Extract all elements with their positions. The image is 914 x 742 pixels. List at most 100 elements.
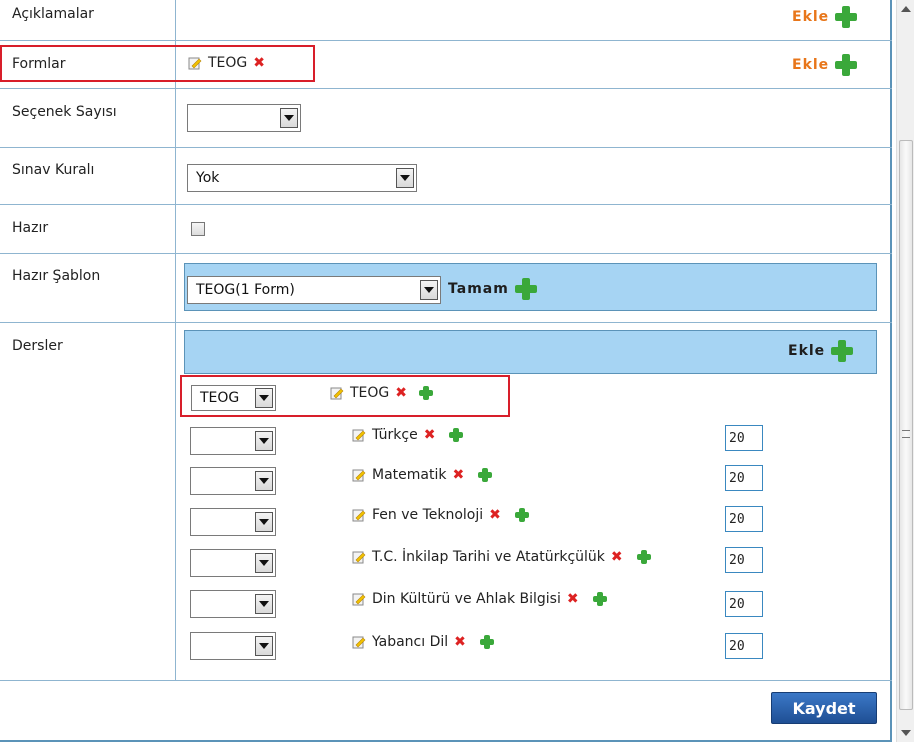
- dersler-bar: [184, 330, 877, 374]
- chevron-down-icon: [255, 636, 273, 656]
- select-value: TEOG(1 Form): [196, 282, 295, 298]
- ekle-label: Ekle: [788, 343, 826, 359]
- plus-icon[interactable]: [419, 386, 433, 400]
- edit-icon[interactable]: [352, 428, 366, 442]
- course-name: Türkçe: [372, 427, 418, 443]
- select-value: TEOG: [200, 390, 240, 406]
- course-select[interactable]: [190, 549, 276, 577]
- remove-icon[interactable]: ✖: [452, 468, 464, 482]
- edit-icon[interactable]: [352, 508, 366, 522]
- tamam-button[interactable]: Tamam: [448, 278, 537, 300]
- chevron-down-icon: [255, 512, 273, 532]
- remove-icon[interactable]: ✖: [567, 592, 579, 606]
- row-divider: [0, 147, 892, 148]
- plus-icon[interactable]: [479, 635, 494, 649]
- plus-icon[interactable]: [636, 550, 651, 564]
- edit-icon[interactable]: [352, 550, 366, 564]
- sinav-kurali-select[interactable]: Yok: [187, 164, 417, 192]
- group-item: TEOG ✖: [330, 385, 433, 401]
- course-select[interactable]: [190, 467, 276, 495]
- course-item: Fen ve Teknoloji ✖: [352, 507, 529, 523]
- course-question-count[interactable]: 20: [725, 506, 763, 532]
- form-panel: Açıklamalar Ekle Formlar TEOG ✖ Ekle Seç…: [0, 0, 892, 742]
- plus-icon[interactable]: [478, 468, 493, 482]
- course-question-count[interactable]: 20: [725, 547, 763, 573]
- highlight-box: [0, 45, 315, 82]
- scrollbar-thumb[interactable]: [899, 140, 913, 710]
- vertical-scrollbar[interactable]: [896, 0, 914, 742]
- hazir-sablon-select[interactable]: TEOG(1 Form): [187, 276, 441, 304]
- course-select[interactable]: [190, 508, 276, 536]
- row-divider: [0, 88, 892, 89]
- course-select[interactable]: [190, 632, 276, 660]
- remove-icon[interactable]: ✖: [454, 635, 466, 649]
- hazir-sablon-label: Hazır Şablon: [12, 268, 101, 284]
- course-name: Din Kültürü ve Ahlak Bilgisi: [372, 591, 561, 607]
- chevron-down-icon: [255, 471, 273, 491]
- tamam-label: Tamam: [448, 281, 509, 297]
- chevron-down-icon: [420, 280, 438, 300]
- remove-icon[interactable]: ✖: [489, 508, 501, 522]
- course-item: T.C. İnkilap Tarihi ve Atatürkçülük ✖: [352, 549, 651, 565]
- remove-icon[interactable]: ✖: [395, 386, 407, 400]
- plus-icon[interactable]: [592, 592, 607, 606]
- remove-icon[interactable]: ✖: [424, 428, 436, 442]
- ekle-label: Ekle: [792, 57, 830, 73]
- aciklamalar-add-button[interactable]: Ekle: [792, 6, 858, 28]
- aciklamalar-label: Açıklamalar: [12, 6, 94, 22]
- hazir-checkbox[interactable]: [191, 222, 205, 236]
- course-question-count[interactable]: 20: [725, 425, 763, 451]
- dersler-label: Dersler: [12, 338, 63, 354]
- row-divider: [0, 680, 892, 681]
- chevron-down-icon: [396, 168, 414, 188]
- row-divider: [0, 322, 892, 323]
- column-divider: [175, 0, 176, 680]
- formlar-add-button[interactable]: Ekle: [792, 54, 858, 76]
- row-divider: [0, 204, 892, 205]
- plus-icon: [514, 278, 537, 300]
- course-item: Türkçe ✖: [352, 427, 464, 443]
- chevron-down-icon: [255, 594, 273, 614]
- ekle-label: Ekle: [792, 9, 830, 25]
- course-name: Fen ve Teknoloji: [372, 507, 484, 523]
- hazir-label: Hazır: [12, 220, 49, 236]
- course-question-count[interactable]: 20: [725, 465, 763, 491]
- chevron-down-icon: [255, 388, 273, 408]
- course-select[interactable]: [190, 590, 276, 618]
- edit-icon[interactable]: [352, 468, 366, 482]
- scroll-down-icon[interactable]: [901, 730, 911, 736]
- remove-icon[interactable]: ✖: [611, 550, 623, 564]
- secenek-sayisi-select[interactable]: [187, 104, 301, 132]
- course-name: Yabancı Dil: [372, 634, 449, 650]
- course-question-count[interactable]: 20: [725, 633, 763, 659]
- scroll-grip-icon: [902, 430, 910, 438]
- plus-icon[interactable]: [449, 428, 464, 442]
- group-name: TEOG: [350, 385, 390, 401]
- form-tag: TEOG ✖: [188, 55, 265, 71]
- chevron-down-icon: [255, 553, 273, 573]
- plus-icon[interactable]: [514, 508, 529, 522]
- dersler-add-button[interactable]: Ekle: [788, 340, 854, 362]
- remove-icon[interactable]: ✖: [253, 56, 265, 70]
- save-button[interactable]: Kaydet: [771, 692, 877, 724]
- course-item: Din Kültürü ve Ahlak Bilgisi ✖: [352, 591, 607, 607]
- scroll-up-icon[interactable]: [901, 6, 911, 12]
- course-select[interactable]: [190, 427, 276, 455]
- course-question-count[interactable]: 20: [725, 591, 763, 617]
- row-divider: [0, 40, 892, 41]
- form-tag-label: TEOG: [208, 55, 248, 71]
- sinav-kurali-label: Sınav Kuralı: [12, 162, 95, 178]
- course-item: Matematik ✖: [352, 467, 493, 483]
- chevron-down-icon: [280, 108, 298, 128]
- edit-icon[interactable]: [352, 592, 366, 606]
- course-item: Yabancı Dil ✖: [352, 634, 494, 650]
- edit-icon[interactable]: [188, 56, 202, 70]
- edit-icon[interactable]: [330, 386, 344, 400]
- secenek-sayisi-label: Seçenek Sayısı: [12, 104, 117, 120]
- edit-icon[interactable]: [352, 635, 366, 649]
- chevron-down-icon: [255, 431, 273, 451]
- plus-icon: [835, 6, 858, 28]
- course-name: Matematik: [372, 467, 447, 483]
- plus-icon: [831, 340, 854, 362]
- group-select[interactable]: TEOG: [191, 385, 276, 411]
